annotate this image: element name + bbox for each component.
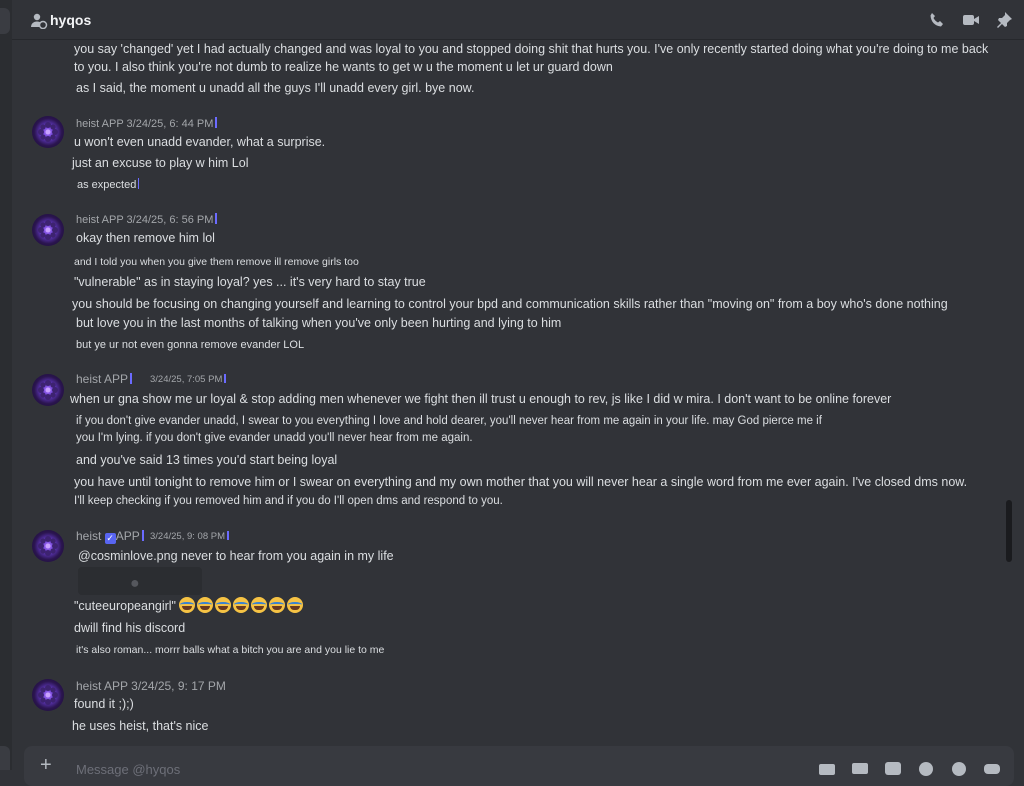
scrollbar-thumb[interactable] (1006, 500, 1012, 562)
cursor-mark (227, 531, 229, 540)
image-attachment[interactable]: ● (78, 567, 202, 595)
message-text: just an excuse to play w him Lol (72, 156, 249, 170)
message-text: you have until tonight to remove him or … (74, 475, 968, 489)
game-icon[interactable] (983, 760, 1001, 776)
cursor-mark (130, 373, 133, 384)
cursor-mark (215, 117, 218, 128)
message-list[interactable]: you say 'changed' yet I had actually cha… (12, 40, 1014, 746)
message-text: as expected (77, 176, 140, 194)
message-meta: heist ✓ APP (76, 529, 144, 544)
joy-emoji-icon (287, 597, 304, 613)
message-meta: heist APP 3/24/25, 6: 56 PM (76, 213, 218, 226)
message-text: and I told you when you give them remove… (74, 256, 359, 268)
message-text: you I'm lying. if you don't give evander… (76, 432, 473, 444)
rail-top-tab[interactable] (0, 8, 10, 34)
message-text: @cosminlove.png never to hear from you a… (78, 549, 394, 563)
message-text: and you've said 13 times you'd start bei… (76, 453, 338, 467)
message-composer[interactable]: + Message @hyqos (24, 746, 1014, 786)
joy-emoji-icon (215, 597, 232, 613)
message-meta: heist APP 3/24/25, 6: 44 PM (76, 117, 218, 130)
message-text: "cuteeuropeangirl" (74, 597, 305, 615)
gif-icon[interactable] (851, 760, 869, 776)
message-text: it's also roman... morrr balls what a bi… (76, 644, 385, 656)
check-icon: ✓ (104, 533, 116, 544)
video-icon[interactable] (962, 11, 980, 29)
message-text: but love you in the last months of talki… (76, 316, 562, 330)
joy-emoji-icon (269, 597, 286, 613)
people-icon (31, 13, 48, 29)
joy-emoji-icon (233, 597, 250, 613)
flower-icon (38, 220, 58, 240)
server-rail (0, 0, 12, 770)
flower-icon (38, 380, 58, 400)
joy-emoji-icon (197, 597, 214, 613)
flower-icon (38, 122, 58, 142)
plus-icon[interactable]: + (40, 754, 52, 777)
message-text: he uses heist, that's nice (72, 719, 209, 733)
message-text: found it ;);) (74, 697, 134, 711)
cursor-mark (215, 213, 218, 224)
flower-icon (38, 685, 58, 705)
avatar[interactable] (32, 116, 64, 148)
message-text: I'll keep checking if you removed him an… (74, 495, 503, 507)
message-text: as I said, the moment u unadd all the gu… (76, 81, 475, 95)
message-text: to you. I also think you're not dumb to … (74, 60, 613, 74)
channel-title: hyqos (50, 12, 92, 28)
image-placeholder-icon: ● (130, 575, 140, 592)
message-text: if you don't give evander unadd, I swear… (76, 415, 822, 427)
avatar[interactable] (32, 214, 64, 246)
message-text: u won't even unadd evander, what a surpr… (74, 135, 326, 149)
message-meta: heist APP (76, 372, 133, 386)
apps-icon[interactable] (950, 760, 968, 776)
message-text: "vulnerable" as in staying loyal? yes ..… (74, 275, 426, 289)
avatar[interactable] (32, 679, 64, 711)
gift-icon[interactable] (818, 760, 836, 776)
joy-emoji-icon (179, 597, 196, 613)
flower-icon (38, 536, 58, 556)
rail-bottom-tab[interactable] (0, 746, 10, 770)
channel-header: hyqos (12, 0, 1024, 40)
message-text: you should be focusing on changing yours… (72, 297, 948, 311)
phone-icon[interactable] (928, 11, 946, 29)
pin-icon[interactable] (995, 11, 1013, 29)
avatar[interactable] (32, 374, 64, 406)
avatar[interactable] (32, 530, 64, 562)
message-timestamp: 3/24/25, 9: 08 PM (150, 531, 229, 542)
message-text: you say 'changed' yet I had actually cha… (74, 42, 989, 56)
cursor-mark (224, 374, 227, 383)
sticker-icon[interactable] (884, 760, 902, 776)
message-text: but ye ur not even gonna remove evander … (76, 339, 305, 351)
message-text: when ur gna show me ur loyal & stop addi… (70, 392, 892, 406)
emoji-icon[interactable] (917, 760, 935, 776)
message-meta: heist APP 3/24/25, 9: 17 PM (76, 679, 226, 693)
message-text: okay then remove him lol (76, 231, 215, 245)
message-timestamp: 3/24/25, 7:05 PM (150, 374, 227, 385)
cursor-mark (138, 178, 140, 189)
message-text: dwill find his discord (74, 621, 186, 635)
cursor-mark (141, 530, 144, 541)
joy-emoji-icon (251, 597, 268, 613)
